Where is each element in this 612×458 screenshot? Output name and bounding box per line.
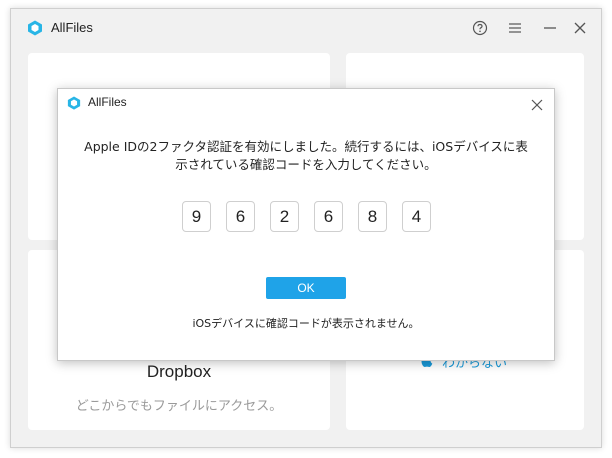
verification-dialog: AllFiles Apple IDの2ファクタ認証を有効にしました。続行するには… [57,88,555,361]
dialog-title: AllFiles [88,95,127,109]
modal-overlay: AllFiles Apple IDの2ファクタ認証を有効にしました。続行するには… [0,0,612,458]
message-line-1: Apple IDの2ファクタ認証を有効にしました。続行するには、iOSデバイスに… [84,139,528,154]
allfiles-logo-icon [67,96,81,110]
code-digit-3[interactable]: 2 [270,201,299,232]
code-digit-6[interactable]: 4 [402,201,431,232]
dialog-close-button[interactable] [528,96,546,114]
code-digit-1[interactable]: 9 [182,201,211,232]
code-digit-2[interactable]: 6 [226,201,255,232]
close-icon [531,99,543,111]
code-digit-5[interactable]: 8 [358,201,387,232]
ok-button[interactable]: OK [266,277,346,299]
verification-code-row: 9 6 2 6 8 4 [182,201,431,233]
code-digit-4[interactable]: 6 [314,201,343,232]
dialog-message: Apple IDの2ファクタ認証を有効にしました。続行するには、iOSデバイスに… [78,138,534,174]
code-not-shown-link[interactable]: iOSデバイスに確認コードが表示されません。 [58,315,554,331]
message-line-2: 示されている確認コードを入力してください。 [175,157,437,172]
